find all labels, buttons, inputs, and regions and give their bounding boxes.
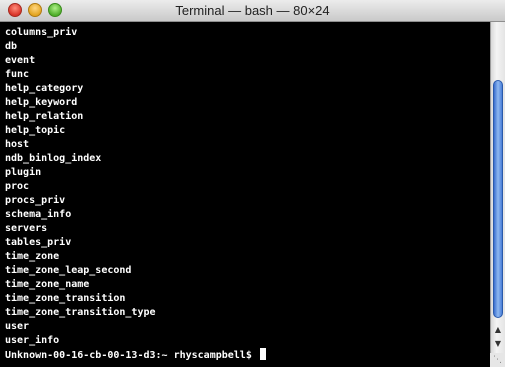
terminal-line: servers — [5, 223, 48, 234]
scrollbar-thumb[interactable] — [493, 80, 503, 318]
terminal-line: user — [5, 321, 30, 332]
title-bar[interactable]: Terminal — bash — 80×24 — [0, 0, 505, 22]
terminal-line: procs_priv — [5, 195, 66, 206]
text-cursor — [259, 348, 266, 360]
terminal-line: ndb_binlog_index — [5, 153, 102, 164]
terminal-line: proc — [5, 181, 30, 192]
terminal-line: time_zone_transition_type — [5, 307, 156, 318]
terminal-line: host — [5, 139, 30, 150]
terminal-line: help_keyword — [5, 97, 78, 108]
scroll-up-arrow-icon[interactable]: ▲ — [491, 323, 505, 337]
terminal-line: func — [5, 69, 30, 80]
shell-prompt: Unknown-00-16-cb-00-13-d3:~ rhyscampbell… — [5, 350, 258, 361]
terminal-output-area[interactable]: columns_privdb event func help_categoryhelp… — [0, 22, 490, 367]
terminal-window: Terminal — bash — 80×24 columns_privdb ev… — [0, 0, 505, 367]
terminal-line: time_zone_name — [5, 279, 90, 290]
terminal-line: tables_priv — [5, 237, 72, 248]
terminal-line: plugin — [5, 167, 42, 178]
terminal-line: schema_info — [5, 209, 72, 220]
vertical-scrollbar[interactable]: ▲ ▼ — [490, 22, 505, 367]
terminal-line: time_zone — [5, 251, 60, 262]
terminal-line: help_topic — [5, 125, 66, 136]
scroll-down-arrow-icon[interactable]: ▼ — [491, 337, 505, 351]
terminal-line: help_relation — [5, 111, 84, 122]
terminal-line: event — [5, 55, 36, 66]
window-title: Terminal — bash — 80×24 — [175, 3, 330, 18]
terminal-line: user_info — [5, 335, 60, 346]
terminal-line: help_category — [5, 83, 84, 94]
terminal-line: time_zone_leap_second — [5, 265, 132, 276]
command-prompt-line[interactable]: Unknown-00-16-cb-00-13-d3:~ rhyscampbell… — [5, 348, 266, 363]
terminal-line: db — [5, 41, 18, 52]
terminal-line: columns_priv — [5, 27, 78, 38]
resize-grip-icon[interactable]: ⋱ — [490, 353, 505, 367]
terminal-line: time_zone_transition — [5, 293, 126, 304]
terminal-output-lines: columns_privdb event func help_categoryhelp… — [5, 26, 156, 348]
